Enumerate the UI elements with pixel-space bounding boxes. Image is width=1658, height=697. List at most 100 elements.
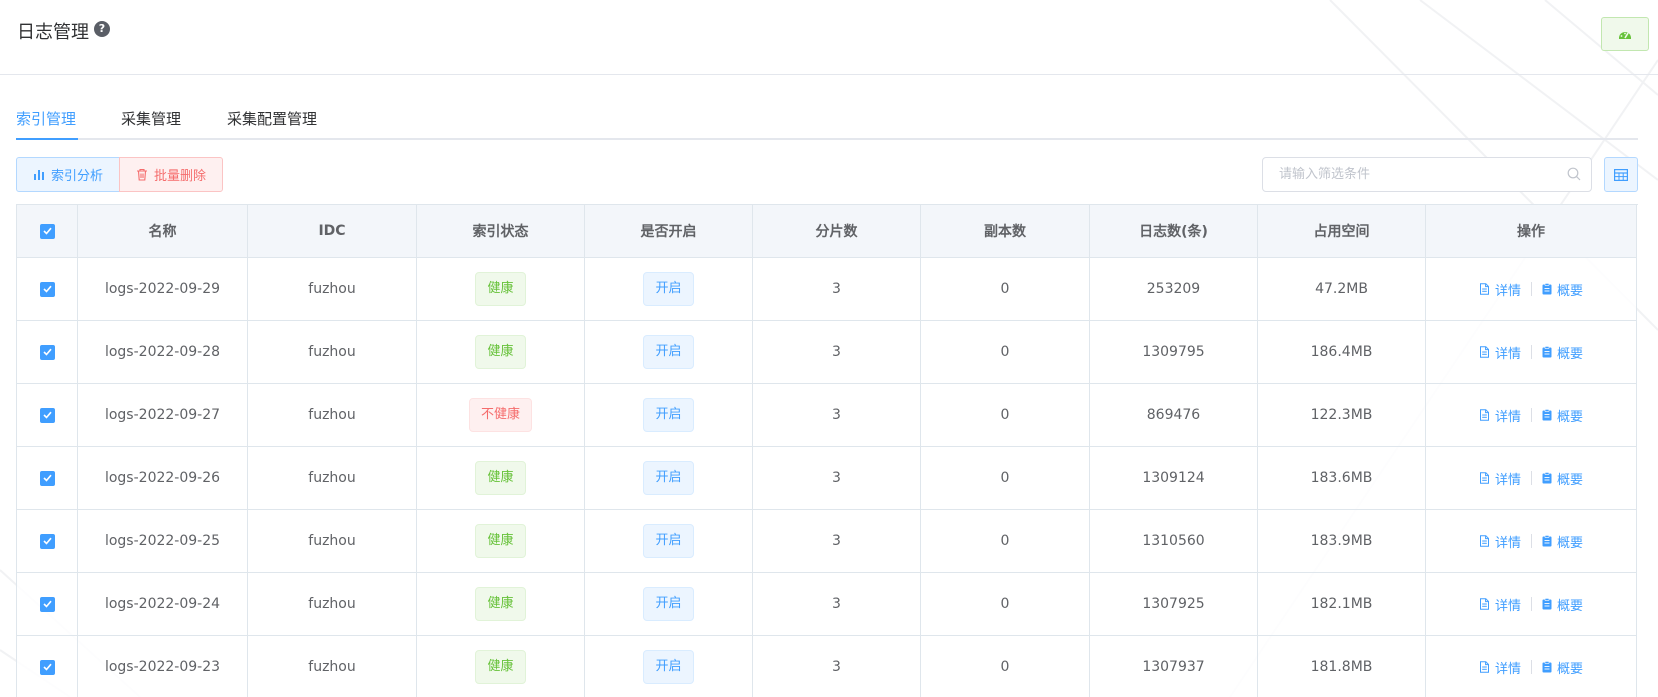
shards-cell: 3 [753, 447, 921, 510]
detail-link[interactable]: 详情 [1479, 280, 1521, 299]
log-count-cell: 253209 [1090, 258, 1258, 321]
action-divider [1531, 408, 1532, 422]
actions-cell: 详情 概要 [1426, 573, 1637, 636]
overview-link[interactable]: 概要 [1542, 595, 1583, 614]
enabled-badge: 开启 [643, 461, 694, 495]
replicas-cell: 0 [921, 510, 1090, 573]
enabled-cell: 开启 [585, 510, 753, 573]
table-columns-icon [1614, 168, 1628, 181]
status-badge: 不健康 [468, 398, 532, 432]
document-icon [1479, 661, 1490, 673]
action-divider [1531, 282, 1532, 296]
disk-usage-cell: 182.1MB [1258, 573, 1426, 636]
clipboard-icon [1542, 472, 1552, 484]
table-row: logs-2022-09-23 fuzhou 健康 开启 3 0 1307937… [17, 636, 1638, 697]
clipboard-icon [1542, 346, 1552, 358]
batch-delete-button[interactable]: 批量删除 [119, 157, 224, 192]
row-checkbox[interactable] [39, 659, 55, 675]
page-title: 日志管理 [17, 22, 89, 43]
overview-label: 概要 [1557, 661, 1584, 677]
index-name-cell: logs-2022-09-23 [78, 636, 248, 697]
tab-collection-management[interactable]: 采集管理 [121, 108, 181, 129]
detail-link[interactable]: 详情 [1479, 343, 1521, 362]
action-divider [1531, 534, 1532, 548]
table-row: logs-2022-09-28 fuzhou 健康 开启 3 0 1309795… [17, 321, 1638, 384]
overview-link[interactable]: 概要 [1542, 280, 1583, 299]
disk-usage-cell: 183.6MB [1258, 447, 1426, 510]
row-checkbox[interactable] [39, 407, 55, 423]
detail-link[interactable]: 详情 [1479, 469, 1521, 488]
status-badge: 健康 [475, 524, 526, 558]
overview-link[interactable]: 概要 [1542, 469, 1583, 488]
idc-cell: fuzhou [248, 510, 417, 573]
search-icon[interactable] [1567, 167, 1581, 185]
clipboard-icon [1542, 409, 1552, 421]
index-status-cell: 健康 [417, 447, 585, 510]
table-row: logs-2022-09-27 fuzhou 不健康 开启 3 0 869476… [17, 384, 1638, 447]
row-checkbox[interactable] [39, 596, 55, 612]
detail-label: 详情 [1494, 661, 1521, 677]
row-checkbox[interactable] [39, 533, 55, 549]
overview-label: 概要 [1557, 409, 1584, 425]
log-count-cell: 1310560 [1090, 510, 1258, 573]
document-icon [1479, 472, 1490, 484]
trash-icon [136, 168, 148, 181]
column-header-enabled[interactable]: 是否开启 [585, 205, 753, 258]
enabled-badge: 开启 [643, 650, 694, 684]
log-count-cell: 1307925 [1090, 573, 1258, 636]
column-header-name[interactable]: 名称 [78, 205, 248, 258]
row-checkbox[interactable] [39, 281, 55, 297]
select-all-checkbox[interactable] [39, 223, 55, 239]
idc-cell: fuzhou [248, 447, 417, 510]
index-analysis-button[interactable]: 索引分析 [16, 157, 121, 192]
row-checkbox[interactable] [39, 344, 55, 360]
overview-label: 概要 [1557, 472, 1584, 488]
row-checkbox[interactable] [39, 470, 55, 486]
filter-search-box [1262, 157, 1592, 192]
column-header-log-count[interactable]: 日志数(条) [1090, 205, 1258, 258]
overview-label: 概要 [1557, 283, 1584, 299]
overview-link[interactable]: 概要 [1542, 343, 1583, 362]
column-settings-button[interactable] [1604, 157, 1638, 192]
overview-link[interactable]: 概要 [1542, 532, 1583, 551]
column-header-replicas[interactable]: 副本数 [921, 205, 1090, 258]
idc-cell: fuzhou [248, 258, 417, 321]
log-count-cell: 1307937 [1090, 636, 1258, 697]
row-checkbox-cell [17, 384, 78, 447]
detail-link[interactable]: 详情 [1479, 595, 1521, 614]
row-checkbox-cell [17, 258, 78, 321]
column-header-index-status[interactable]: 索引状态 [417, 205, 585, 258]
actions-cell: 详情 概要 [1426, 510, 1637, 573]
row-actions: 详情 概要 [1479, 343, 1583, 362]
overview-label: 概要 [1557, 535, 1584, 551]
dashboard-button[interactable] [1601, 17, 1649, 51]
status-badge: 健康 [475, 461, 526, 495]
column-header-disk-usage[interactable]: 占用空间 [1258, 205, 1426, 258]
index-status-cell: 健康 [417, 636, 585, 697]
log-count-cell: 1309795 [1090, 321, 1258, 384]
overview-link[interactable]: 概要 [1542, 658, 1583, 677]
column-header-shards[interactable]: 分片数 [753, 205, 921, 258]
index-status-cell: 健康 [417, 258, 585, 321]
column-header-idc[interactable]: IDC [248, 205, 417, 258]
tab-collection-config-management[interactable]: 采集配置管理 [227, 108, 317, 129]
detail-link[interactable]: 详情 [1479, 658, 1521, 677]
detail-label: 详情 [1494, 472, 1521, 488]
enabled-cell: 开启 [585, 447, 753, 510]
index-name-cell: logs-2022-09-24 [78, 573, 248, 636]
actions-cell: 详情 概要 [1426, 384, 1637, 447]
shards-cell: 3 [753, 636, 921, 697]
detail-link[interactable]: 详情 [1479, 532, 1521, 551]
dashboard-icon [1618, 28, 1632, 40]
replicas-cell: 0 [921, 573, 1090, 636]
document-icon [1479, 535, 1490, 547]
replicas-cell: 0 [921, 384, 1090, 447]
tab-index-management[interactable]: 索引管理 [16, 108, 76, 129]
disk-usage-cell: 181.8MB [1258, 636, 1426, 697]
overview-link[interactable]: 概要 [1542, 406, 1583, 425]
detail-link[interactable]: 详情 [1479, 406, 1521, 425]
index-status-cell: 不健康 [417, 384, 585, 447]
active-tab-indicator [16, 138, 78, 140]
filter-search-input[interactable] [1263, 158, 1543, 191]
help-icon[interactable]: ? [94, 21, 110, 37]
